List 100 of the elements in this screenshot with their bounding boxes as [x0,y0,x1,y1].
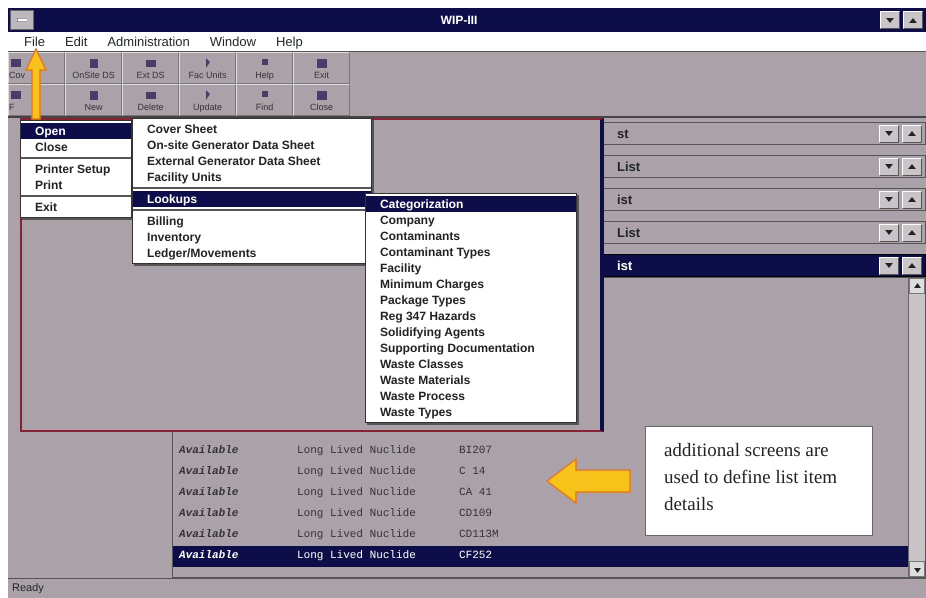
minimize-button[interactable] [879,224,899,242]
child-window-title: ist [617,256,634,275]
code-text: BI207 [459,444,492,460]
list-row[interactable]: Available Long Lived Nuclide CD113M [173,525,499,546]
minimize-button[interactable] [879,190,899,208]
menu-item[interactable]: Window [200,32,266,52]
dash-icon [17,18,27,22]
menu-item[interactable]: Waste Materials [366,372,576,388]
toolbar-button[interactable]: OnSite DS [65,52,122,84]
toolbar-button[interactable]: Close [293,84,350,116]
maximize-button[interactable] [902,256,922,274]
status-text: Available [179,528,240,544]
menu-item[interactable]: Contaminant Types [366,244,576,260]
type-text: Long Lived Nuclide [297,549,417,564]
menu-item[interactable]: File [14,32,55,52]
child-window-title: List [617,158,642,176]
tool-icon [314,56,328,68]
list-row[interactable]: Available Long Lived Nuclide BI207 [173,441,492,462]
menu-item[interactable]: Printer Setup [21,161,131,177]
menu-item[interactable]: Close [21,139,131,155]
type-text: Long Lived Nuclide [297,528,417,544]
list-row[interactable]: Available Long Lived Nuclide CD109 [173,504,492,525]
toolbar-button[interactable]: New [65,84,122,116]
minimize-button[interactable] [880,11,900,29]
status-text: Available [179,465,240,480]
menu-item[interactable]: Facility [366,260,576,276]
child-window-title: ist [617,190,634,209]
child-window-title: List [617,224,642,242]
menu-item[interactable]: Supporting Documentation [366,340,576,356]
tool-icon [314,88,328,100]
annotation-text: additional screens are used to define list item details [645,426,873,536]
minimize-button[interactable] [879,256,899,274]
maximize-button[interactable] [902,190,922,208]
minimize-icon [885,230,893,235]
menu-item[interactable]: Edit [54,32,98,52]
toolbar-button[interactable]: Delete [122,84,179,116]
maximize-icon [908,131,916,136]
down-arrow-icon [914,566,920,572]
maximize-button[interactable] [902,158,922,176]
window-title: WIP-III [440,12,478,29]
menu-item[interactable]: Package Types [366,292,576,308]
list-row[interactable]: Available Long Lived Nuclide C 14 [173,462,486,483]
menu-item[interactable]: Print [21,177,131,193]
toolbar-button[interactable]: Ext DS [122,52,179,84]
menu-item[interactable]: Contaminants [366,228,576,244]
menu-item[interactable]: Waste Types [366,404,576,420]
menu-item[interactable]: Cover Sheet [133,121,371,137]
type-text: Long Lived Nuclide [297,507,417,522]
menu-item[interactable]: Solidifying Agents [366,324,576,340]
maximize-button[interactable] [902,224,922,242]
menu-item[interactable]: Waste Classes [366,356,576,372]
status-text: Available [179,549,240,564]
minimize-icon [885,197,893,202]
scrollbar[interactable] [908,278,925,577]
child-window-title: st [617,124,630,143]
system-menu-button[interactable] [10,10,34,30]
scroll-down-button[interactable] [909,561,925,577]
left-arrow-icon [546,458,632,504]
maximize-button[interactable] [903,11,923,29]
toolbar-button[interactable]: Update [179,84,236,116]
toolbar-button[interactable]: Help [236,52,293,84]
scroll-up-button[interactable] [909,278,925,294]
minimize-button[interactable] [879,158,899,176]
list-row[interactable]: Available Long Lived Nuclide CF252 [173,546,908,567]
up-arrow-icon [914,282,920,290]
menu-item[interactable]: Facility Units [133,169,371,185]
menu-item[interactable]: Exit [21,199,131,215]
menu-item[interactable]: Reg 347 Hazards [366,308,576,324]
menu-item[interactable]: Minimum Charges [366,276,576,292]
code-text: CF252 [459,549,492,564]
maximize-button[interactable] [902,124,922,142]
menu-item[interactable]: Lookups [133,191,371,207]
toolbar-button[interactable]: Find [236,84,293,116]
tool-icon [9,88,23,100]
menu-item[interactable]: Company [366,212,576,228]
minimize-icon [886,18,894,22]
tool-icon [9,56,23,68]
code-text: CD113M [459,528,499,544]
menu-item[interactable]: Categorization [366,196,576,212]
code-text: CA 41 [459,486,492,502]
maximize-icon [908,164,916,169]
type-text: Long Lived Nuclide [297,486,417,502]
menu-item[interactable]: Help [266,32,313,52]
type-text: Long Lived Nuclide [297,444,417,460]
list-row[interactable]: Available Long Lived Nuclide CA 41 [173,483,492,504]
toolbar-button[interactable]: Exit [293,52,350,84]
status-bar: Ready [8,578,926,598]
menu-item[interactable]: Open [21,123,131,139]
status-text: Available [179,486,240,502]
minimize-icon [885,263,893,268]
minimize-icon [885,131,893,136]
menu-item[interactable]: Waste Process [366,388,576,404]
menu-item[interactable]: Administration [97,32,200,52]
maximize-icon [908,263,916,268]
minimize-button[interactable] [879,124,899,142]
code-text: C 14 [459,465,486,480]
maximize-icon [908,197,916,202]
toolbar-button[interactable]: Fac Units [179,52,236,84]
menu-item[interactable]: External Generator Data Sheet [133,153,371,169]
menu-item[interactable]: On-site Generator Data Sheet [133,137,371,153]
